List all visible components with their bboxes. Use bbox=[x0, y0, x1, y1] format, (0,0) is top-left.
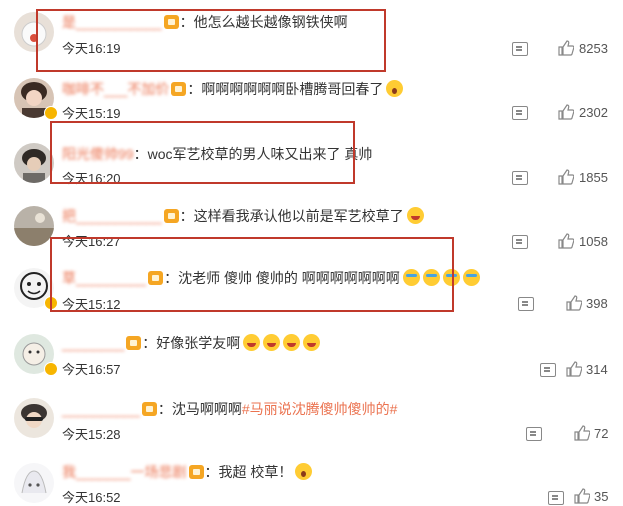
avatar-image bbox=[14, 398, 54, 438]
fan-badge-icon bbox=[126, 336, 142, 350]
laughing-emoji-icon bbox=[303, 334, 321, 351]
timestamp: 今天15:19 bbox=[62, 106, 121, 121]
highlight-box bbox=[50, 121, 355, 184]
fan-badge-icon bbox=[163, 209, 179, 223]
comment-content: 我超 校草！ bbox=[218, 464, 293, 480]
comment-icon[interactable] bbox=[512, 42, 528, 56]
timestamp: 今天15:28 bbox=[62, 427, 121, 442]
comment-icon[interactable] bbox=[512, 106, 528, 120]
comment-text: 我_______一场悲剧 ：我超 校草！ bbox=[62, 463, 313, 481]
avatar-image bbox=[14, 206, 54, 246]
avatar[interactable] bbox=[14, 206, 54, 246]
like-count: 35 bbox=[594, 489, 609, 504]
thumbs-up-icon[interactable] bbox=[558, 40, 574, 56]
comment-content: 这样看我承认他以前是军艺校草了 bbox=[193, 208, 404, 224]
laughing-emoji-icon bbox=[263, 334, 281, 351]
thumbs-up-icon[interactable] bbox=[574, 425, 590, 441]
highlight-box bbox=[50, 237, 454, 312]
topic-link[interactable]: #马丽说沈腾傻帅傻帅的# bbox=[242, 401, 398, 417]
comment-text: __________ ：沈马啊啊啊#马丽说沈腾傻帅傻帅的# bbox=[62, 401, 398, 417]
username[interactable]: __________ bbox=[62, 401, 140, 417]
verified-badge-icon bbox=[44, 106, 58, 120]
verified-badge-icon bbox=[44, 362, 58, 376]
comment-text: ________ ：好像张学友啊 bbox=[62, 334, 321, 352]
thumbs-up-icon[interactable] bbox=[566, 361, 582, 377]
comment-icon[interactable] bbox=[548, 491, 564, 505]
username[interactable]: 咖啡不___不加价 bbox=[62, 81, 169, 97]
avatar[interactable] bbox=[14, 398, 54, 438]
surprise-emoji-icon bbox=[295, 463, 313, 480]
crying-emoji-icon bbox=[462, 269, 480, 286]
avatar-image bbox=[14, 463, 54, 503]
timestamp: 今天16:57 bbox=[62, 362, 121, 377]
comment-icon[interactable] bbox=[518, 297, 534, 311]
fan-badge-icon bbox=[171, 82, 187, 96]
timestamp: 今天16:52 bbox=[62, 490, 121, 505]
comment-content: 好像张学友啊 bbox=[156, 335, 241, 351]
like-count: 1855 bbox=[579, 170, 608, 185]
thumbs-up-icon[interactable] bbox=[574, 488, 590, 504]
comment-icon[interactable] bbox=[526, 427, 542, 441]
fan-badge-icon bbox=[141, 402, 157, 416]
comment-content: 啊啊啊啊啊啊卧槽腾哥回春了 bbox=[201, 81, 384, 97]
thumbs-up-icon[interactable] bbox=[558, 104, 574, 120]
comment-content: 沈马啊啊啊 bbox=[171, 401, 242, 417]
avatar[interactable] bbox=[14, 143, 54, 183]
comment-icon[interactable] bbox=[540, 363, 556, 377]
fan-badge-icon bbox=[188, 465, 204, 479]
laughing-emoji-icon bbox=[406, 207, 424, 224]
laughing-emoji-icon bbox=[243, 334, 261, 351]
avatar-image bbox=[14, 143, 54, 183]
comment-icon[interactable] bbox=[512, 171, 528, 185]
thumbs-up-icon[interactable] bbox=[558, 233, 574, 249]
thumbs-up-icon[interactable] bbox=[566, 295, 582, 311]
like-count: 314 bbox=[586, 362, 608, 377]
highlight-box bbox=[36, 9, 386, 72]
like-count: 8253 bbox=[579, 41, 608, 56]
surprise-emoji-icon bbox=[386, 80, 404, 97]
avatar[interactable] bbox=[14, 463, 54, 503]
like-count: 2302 bbox=[579, 105, 608, 120]
laughing-emoji-icon bbox=[283, 334, 301, 351]
like-count: 72 bbox=[594, 426, 609, 441]
comment-text: 把___________ ：这样看我承认他以前是军艺校草了 bbox=[62, 207, 424, 225]
thumbs-up-icon[interactable] bbox=[558, 169, 574, 185]
username[interactable]: 把___________ bbox=[62, 208, 162, 224]
username[interactable]: 我_______一场悲剧 bbox=[62, 464, 187, 480]
username[interactable]: ________ bbox=[62, 335, 124, 351]
comment-text: 咖啡不___不加价 ：啊啊啊啊啊啊卧槽腾哥回春了 bbox=[62, 80, 404, 98]
like-count: 398 bbox=[586, 296, 608, 311]
comment-icon[interactable] bbox=[512, 235, 528, 249]
like-count: 1058 bbox=[579, 234, 608, 249]
